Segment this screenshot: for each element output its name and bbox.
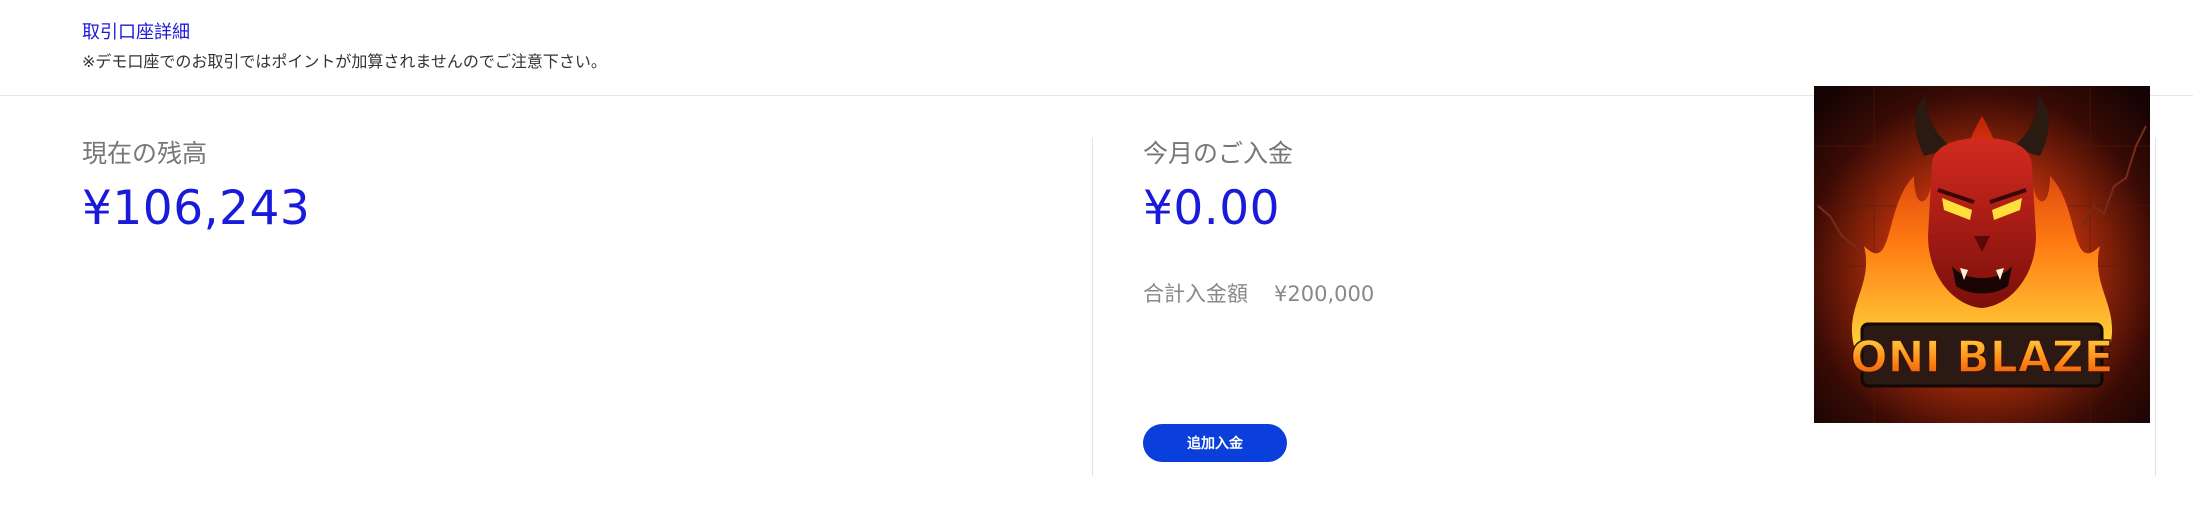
panel-edge-divider <box>2155 138 2156 476</box>
total-deposit-row: 合計入金額 ¥200,000 <box>1143 278 1374 308</box>
balance-label: 現在の残高 <box>82 139 208 168</box>
total-deposit-label: 合計入金額 <box>1143 282 1248 306</box>
oni-blaze-logo: ONI BLAZE <box>1814 86 2150 423</box>
account-details-link[interactable]: 取引口座詳細 <box>82 18 190 44</box>
oni-demon-mask-flame-icon: ONI BLAZE <box>1814 86 2150 423</box>
balance-panel: 現在の残高 ¥106,243 <box>82 138 1082 237</box>
balance-amount: ¥106,243 <box>82 180 311 236</box>
logo-text: ONI BLAZE <box>1850 332 2114 383</box>
demo-account-notice: ※デモ口座でのお取引ではポイントが加算されませんのでご注意下さい。 <box>82 52 607 71</box>
add-deposit-button[interactable]: 追加入金 <box>1143 424 1287 462</box>
page-header: 取引口座詳細 ※デモ口座でのお取引ではポイントが加算されませんのでご注意下さい。 <box>0 0 2193 96</box>
panel-divider <box>1092 138 1093 476</box>
total-deposit-value: ¥200,000 <box>1274 282 1375 306</box>
